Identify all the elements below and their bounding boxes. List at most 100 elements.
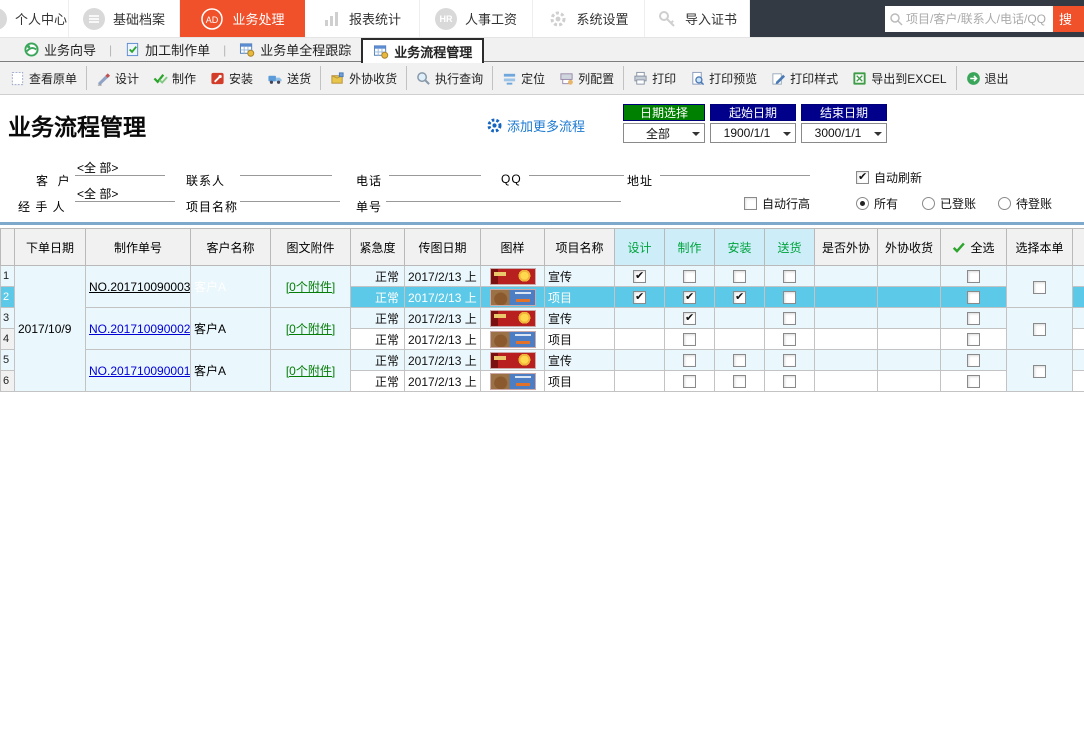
checkbox-icon[interactable] (733, 375, 746, 388)
attachments-link[interactable]: [0个附件] (286, 322, 335, 336)
view-original-button[interactable]: 查看原单 (3, 62, 84, 94)
checkbox-icon[interactable] (733, 270, 746, 283)
nav-item-personal-center[interactable]: 个人中心 (0, 0, 69, 37)
customer-field[interactable] (75, 159, 165, 176)
select-all-cell[interactable] (941, 350, 1007, 371)
exit-button[interactable]: 退出 (959, 62, 1016, 94)
checkbox-icon[interactable] (783, 333, 796, 346)
deliver-cell[interactable] (765, 266, 815, 287)
nav-item-basic-archives[interactable]: 基础档案 (69, 0, 180, 37)
select-all-cell[interactable] (941, 287, 1007, 308)
install-button[interactable]: 安装 (203, 62, 260, 94)
deliver-cell[interactable] (765, 329, 815, 350)
tab-process-management[interactable]: 业务流程管理 (361, 38, 484, 63)
auto-row-height-checkbox[interactable]: 自动行高 (744, 195, 810, 212)
design-cell[interactable] (615, 266, 665, 287)
radio-unposted[interactable]: 待登账 (998, 195, 1052, 212)
deliver-cell[interactable] (765, 371, 815, 392)
checkbox-icon[interactable] (683, 354, 696, 367)
checkbox-icon[interactable] (733, 354, 746, 367)
nav-item-hr-payroll[interactable]: HR 人事工资 (420, 0, 533, 37)
qq-field[interactable] (529, 159, 624, 176)
attachments-link[interactable]: [0个附件] (286, 364, 335, 378)
print-style-button[interactable]: 打印样式 (764, 62, 845, 94)
install-cell[interactable] (715, 266, 765, 287)
nav-item-system-settings[interactable]: 系统设置 (533, 0, 645, 37)
select-all-cell[interactable] (941, 329, 1007, 350)
order-no-link[interactable]: NO.201710090001 (89, 364, 190, 378)
sample-image[interactable] (490, 268, 536, 285)
checkbox-icon[interactable] (967, 291, 980, 304)
make-cell[interactable] (665, 350, 715, 371)
checkbox-icon[interactable] (733, 291, 746, 304)
checkbox-icon[interactable] (683, 375, 696, 388)
select-all-cell[interactable] (941, 308, 1007, 329)
sample-image[interactable] (490, 289, 536, 306)
locate-button[interactable]: 定位 (495, 62, 552, 94)
make-cell[interactable] (665, 266, 715, 287)
radio-posted[interactable]: 已登账 (922, 195, 976, 212)
col-header-select-all[interactable]: 全选 (941, 229, 1007, 266)
print-button[interactable]: 打印 (626, 62, 683, 94)
deliver-cell[interactable] (765, 287, 815, 308)
address-field[interactable] (660, 159, 810, 176)
checkbox-icon[interactable] (967, 270, 980, 283)
select-all-cell[interactable] (941, 371, 1007, 392)
deliver-button[interactable]: 送货 (260, 62, 318, 94)
print-preview-button[interactable]: 打印预览 (683, 62, 764, 94)
sample-image[interactable] (490, 331, 536, 348)
make-cell[interactable] (665, 287, 715, 308)
make-cell[interactable] (665, 329, 715, 350)
auto-refresh-checkbox[interactable]: 自动刷新 (856, 169, 922, 186)
export-excel-button[interactable]: 导出到EXCEL (845, 62, 953, 94)
sample-image[interactable] (490, 352, 536, 369)
handler-field[interactable] (75, 185, 175, 202)
design-cell[interactable] (615, 287, 665, 308)
select-order-cell[interactable] (1007, 266, 1073, 308)
radio-all[interactable]: 所有 (856, 195, 898, 212)
checkbox-icon[interactable] (856, 171, 869, 184)
add-more-flows-link[interactable]: 添加更多流程 (486, 116, 585, 135)
checkbox-icon[interactable] (783, 291, 796, 304)
radio-icon[interactable] (922, 197, 935, 210)
design-cell[interactable] (615, 329, 665, 350)
tab-business-wizard[interactable]: 业务向导 (14, 38, 106, 62)
checkbox-icon[interactable] (783, 354, 796, 367)
order-no-link[interactable]: NO.201710090002 (89, 322, 190, 336)
checkbox-icon[interactable] (633, 291, 646, 304)
checkbox-icon[interactable] (683, 270, 696, 283)
select-all-cell[interactable] (941, 266, 1007, 287)
nav-item-report-statistics[interactable]: 报表统计 (305, 0, 420, 37)
deliver-cell[interactable] (765, 350, 815, 371)
radio-icon[interactable] (998, 197, 1011, 210)
make-button[interactable]: 制作 (146, 62, 203, 94)
checkbox-icon[interactable] (1033, 365, 1046, 378)
deliver-cell[interactable] (765, 308, 815, 329)
execute-query-button[interactable]: 执行查询 (409, 62, 490, 94)
design-cell[interactable] (615, 371, 665, 392)
tab-work-order[interactable]: 加工制作单 (115, 38, 220, 62)
design-cell[interactable] (615, 308, 665, 329)
install-cell[interactable] (715, 308, 765, 329)
search-input[interactable] (906, 12, 1046, 26)
radio-icon[interactable] (856, 197, 869, 210)
checkbox-icon[interactable] (967, 333, 980, 346)
select-order-cell[interactable] (1007, 350, 1073, 392)
contact-field[interactable] (240, 159, 332, 176)
design-cell[interactable] (615, 350, 665, 371)
phone-field[interactable] (389, 159, 481, 176)
install-cell[interactable] (715, 371, 765, 392)
checkbox-icon[interactable] (683, 291, 696, 304)
install-cell[interactable] (715, 329, 765, 350)
sample-image[interactable] (490, 373, 536, 390)
search-button[interactable]: 搜 (1053, 6, 1084, 32)
install-cell[interactable] (715, 350, 765, 371)
end-date-dropdown[interactable]: 3000/1/1 (801, 123, 887, 143)
checkbox-icon[interactable] (967, 354, 980, 367)
make-cell[interactable] (665, 371, 715, 392)
make-cell[interactable] (665, 308, 715, 329)
date-select-dropdown[interactable]: 全部 (623, 123, 705, 143)
sample-image[interactable] (490, 310, 536, 327)
column-config-button[interactable]: 列配置 (552, 62, 621, 94)
checkbox-icon[interactable] (744, 197, 757, 210)
